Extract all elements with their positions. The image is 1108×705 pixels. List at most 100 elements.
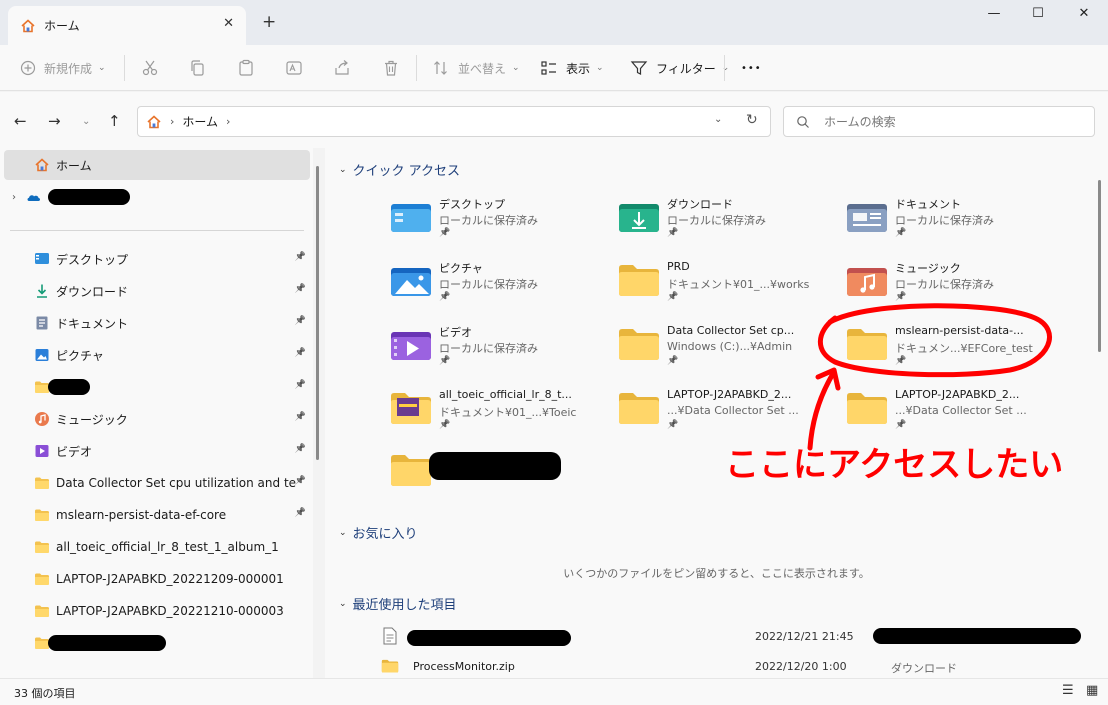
new-button-label: 新規作成 — [44, 61, 93, 76]
expand-chevron-icon[interactable]: › — [12, 192, 16, 203]
pin-icon: 📌 — [667, 292, 679, 302]
share-icon[interactable] — [333, 57, 351, 79]
refresh-icon[interactable]: ↻ — [746, 112, 758, 128]
minimize-button[interactable]: — — [972, 6, 1016, 28]
quick-access-tile[interactable]: デスクトップ ローカルに保存済み 📌 — [389, 194, 599, 252]
details-view-icon[interactable]: ☰ — [1062, 683, 1074, 698]
view-label: 表示 — [566, 61, 591, 76]
quick-access-header[interactable]: ⌄ クイック アクセス — [339, 160, 460, 179]
tile-location: ローカルに保存済み — [439, 214, 538, 227]
rename-icon[interactable] — [285, 57, 303, 79]
sidebar-scrollbar[interactable] — [316, 166, 319, 460]
sidebar-item[interactable]: デスクトップ 📌 — [4, 244, 310, 274]
cut-icon[interactable] — [141, 57, 159, 79]
sidebar-item[interactable]: LAPTOP-J2APABKD_20221210-000003 — [4, 596, 310, 626]
recent-row[interactable]: ProcessMonitor.zip 2022/12/20 1:00 ダウンロード — [381, 652, 1101, 678]
sidebar-item[interactable]: ピクチャ 📌 — [4, 340, 310, 370]
music-icon — [35, 412, 49, 426]
sidebar-item[interactable]: ドキュメント 📌 — [4, 308, 310, 338]
folder-icon — [619, 329, 659, 360]
sidebar-item[interactable]: LAPTOP-J2APABKD_20221209-000001 — [4, 564, 310, 594]
close-button[interactable]: ✕ — [1062, 6, 1106, 28]
sidebar-item[interactable]: mslearn-persist-data-ef-core 📌 — [4, 500, 310, 530]
sidebar-item[interactable]: 📌 — [4, 372, 310, 402]
sidebar-item-label: デスクトップ — [56, 252, 129, 267]
quick-access-tile[interactable]: Data Collector Set cp... Windows (C:)...¥… — [617, 322, 827, 380]
quick-access-tile[interactable]: mslearn-persist-data-... ドキュメン...¥EFCore_… — [845, 322, 1055, 380]
sidebar-item[interactable]: ミュージック 📌 — [4, 404, 310, 434]
sidebar-item-label: LAPTOP-J2APABKD_20221209-000001 — [56, 572, 284, 586]
favorites-header[interactable]: ⌄ お気に入り — [339, 523, 418, 542]
pin-icon: 📌 — [667, 356, 679, 366]
sort-button[interactable]: 並べ替え ⌄ — [432, 57, 520, 79]
sidebar-item[interactable]: ビデオ 📌 — [4, 436, 310, 466]
sidebar-item[interactable]: Data Collector Set cpu utilization and t… — [4, 468, 310, 498]
sidebar-item[interactable]: ダウンロード 📌 — [4, 276, 310, 306]
tile-location: ...¥Data Collector Set ... — [667, 404, 799, 417]
tile-name: デスクトップ — [439, 198, 505, 211]
sidebar-item[interactable]: all_toeic_official_lr_8_test_1_album_1 — [4, 532, 310, 562]
tile-name: ドキュメント — [895, 198, 961, 211]
quick-access-tile[interactable]: ドキュメント ローカルに保存済み 📌 — [845, 194, 1055, 252]
folder-icon — [619, 265, 659, 296]
quick-access-tile[interactable]: PRD ドキュメント¥01_...¥works 📌 — [617, 258, 827, 316]
recent-file-name: ProcessMonitor.zip — [413, 660, 515, 673]
new-button[interactable]: 新規作成 ⌄ — [20, 57, 106, 79]
quick-access-tile[interactable]: all_toeic_official_lr_8_t... ドキュメント¥01_..… — [389, 386, 599, 444]
copy-icon[interactable] — [189, 57, 207, 79]
pin-icon: 📌 — [294, 508, 306, 518]
sidebar-item-home[interactable]: ホーム — [4, 150, 310, 180]
title-bar: ホーム ✕ + — ☐ ✕ — [0, 0, 1108, 45]
recent-header[interactable]: ⌄ 最近使用した項目 — [339, 594, 457, 613]
recent-locations-chevron-icon[interactable]: ⌄ — [82, 116, 90, 127]
quick-access-tile[interactable]: ミュージック ローカルに保存済み 📌 — [845, 258, 1055, 316]
quick-access-tile[interactable]: ビデオ ローカルに保存済み 📌 — [389, 322, 599, 380]
tile-name: Data Collector Set cp... — [667, 324, 795, 337]
delete-icon[interactable] — [382, 57, 400, 79]
sidebar-item[interactable] — [4, 628, 310, 658]
sidebar-item-onedrive[interactable]: › — [4, 182, 310, 212]
view-button[interactable]: 表示 ⌄ — [540, 57, 604, 79]
add-circle-icon — [20, 60, 36, 76]
sidebar-item-label: Data Collector Set cpu utilization and t… — [56, 476, 296, 490]
collapse-chevron-icon[interactable]: ⌄ — [339, 165, 347, 175]
quick-access-tile[interactable]: LAPTOP-J2APABKD_2... ...¥Data Collector S… — [845, 386, 1055, 444]
content-scrollbar[interactable] — [1098, 180, 1101, 352]
pin-icon: 📌 — [667, 420, 679, 430]
tab-home[interactable]: ホーム ✕ — [8, 6, 246, 45]
breadcrumb-chevron-icon[interactable]: › — [170, 115, 174, 128]
search-box[interactable]: ホームの検索 — [783, 106, 1095, 137]
maximize-button[interactable]: ☐ — [1016, 6, 1060, 28]
tab-close-icon[interactable]: ✕ — [223, 16, 234, 31]
forward-button[interactable]: → — [48, 112, 61, 130]
pin-icon: 📌 — [294, 444, 306, 454]
sidebar-item-label: ミュージック — [56, 412, 128, 427]
tiles-view-icon[interactable]: ▦ — [1086, 683, 1098, 698]
home-icon — [35, 158, 49, 172]
address-dropdown-chevron-icon[interactable]: ⌄ — [714, 114, 722, 125]
paste-icon[interactable] — [237, 57, 255, 79]
collapse-chevron-icon[interactable]: ⌄ — [339, 599, 347, 609]
up-button[interactable]: ↑ — [108, 112, 121, 130]
collapse-chevron-icon[interactable]: ⌄ — [339, 528, 347, 538]
tile-name: LAPTOP-J2APABKD_2... — [895, 388, 1020, 401]
back-button[interactable]: ← — [14, 112, 27, 130]
pin-icon: 📌 — [895, 292, 907, 302]
more-button[interactable]: ••• — [741, 57, 762, 79]
chevron-down-icon: ⌄ — [596, 63, 604, 73]
quick-access-tile[interactable]: ピクチャ ローカルに保存済み 📌 — [389, 258, 599, 316]
recent-row[interactable]: 2022/12/21 21:45 — [381, 622, 1101, 652]
sort-label: 並べ替え — [458, 61, 507, 76]
quick-access-tile[interactable] — [389, 448, 599, 506]
breadcrumb-home[interactable]: ホーム — [182, 113, 218, 130]
home-icon — [21, 18, 35, 32]
new-tab-button[interactable]: + — [262, 12, 276, 32]
address-bar[interactable]: › ホーム › ⌄ ↻ — [137, 106, 771, 137]
filter-button[interactable]: フィルター ⌄ — [630, 57, 729, 79]
pictures-folder-icon — [391, 268, 431, 296]
tile-location: ドキュメン...¥EFCore_test — [895, 342, 1033, 355]
desktop-icon — [35, 253, 49, 264]
quick-access-tile[interactable]: LAPTOP-J2APABKD_2... ...¥Data Collector S… — [617, 386, 827, 444]
quick-access-tile[interactable]: ダウンロード ローカルに保存済み 📌 — [617, 194, 827, 252]
breadcrumb-chevron-icon[interactable]: › — [226, 115, 230, 128]
